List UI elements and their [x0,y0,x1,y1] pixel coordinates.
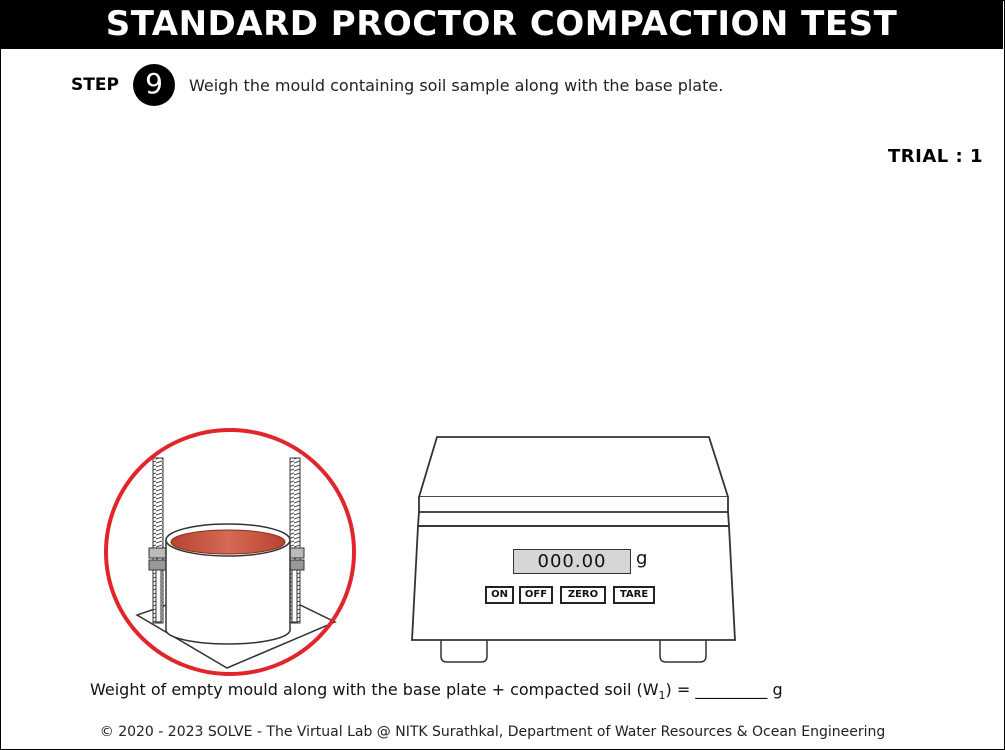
scale-tare-button[interactable]: TARE [613,586,655,604]
formula-text: Weight of empty mould along with the bas… [90,680,659,699]
scale-on-button[interactable]: ON [485,586,514,604]
weight-formula: Weight of empty mould along with the bas… [90,680,783,702]
scale-zero-button[interactable]: ZERO [560,586,606,604]
lab-scene [104,428,736,676]
scale-off-button[interactable]: OFF [519,586,553,604]
proctor-mould-icon[interactable] [135,457,337,669]
formula-subscript: 1 [658,689,666,703]
formula-answer-blank: ) = _________ g [665,680,783,699]
copyright-footer: © 2020 - 2023 SOLVE - The Virtual Lab @ … [99,724,886,740]
scale-display: 000.00 [513,549,631,574]
scale-unit: g [636,548,648,569]
